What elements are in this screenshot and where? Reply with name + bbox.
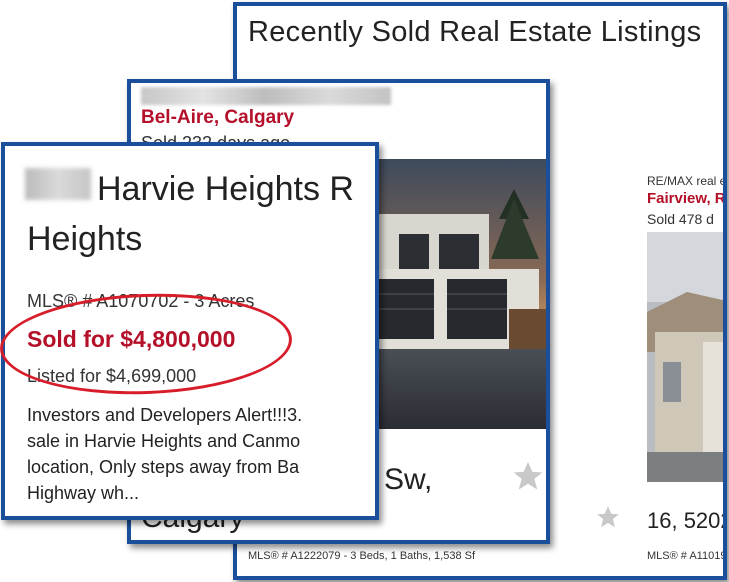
favorite-star-icon[interactable] [511, 459, 545, 493]
listing-mls-details: MLS® # A1222079 - 3 Beds, 1 Baths, 1,538… [248, 550, 476, 562]
listing-location-link[interactable]: Bel-Aire, Calgary [141, 107, 294, 129]
listing-photo[interactable] [379, 159, 546, 429]
listing-location-link[interactable]: Fairview, R [647, 190, 723, 207]
listing-mls: MLS® # A11019 [647, 550, 727, 562]
listing-title[interactable]: Harvie Heights R Heights [27, 164, 375, 264]
listing-description: Investors and Developers Alert!!!3. sale… [27, 405, 303, 503]
listing-title-text: Harvie Heights R Heights [27, 170, 354, 258]
page-title: Recently Sold Real Estate Listings [248, 16, 702, 48]
listing-address[interactable]: 16, 5202 [647, 508, 723, 534]
listing-sold-time: Sold 478 d [647, 211, 714, 227]
star-icon[interactable] [595, 504, 621, 530]
listing-agency: RE/MAX real e [647, 174, 727, 188]
listing-photo[interactable] [647, 232, 723, 482]
agency-name-redacted [141, 87, 391, 105]
